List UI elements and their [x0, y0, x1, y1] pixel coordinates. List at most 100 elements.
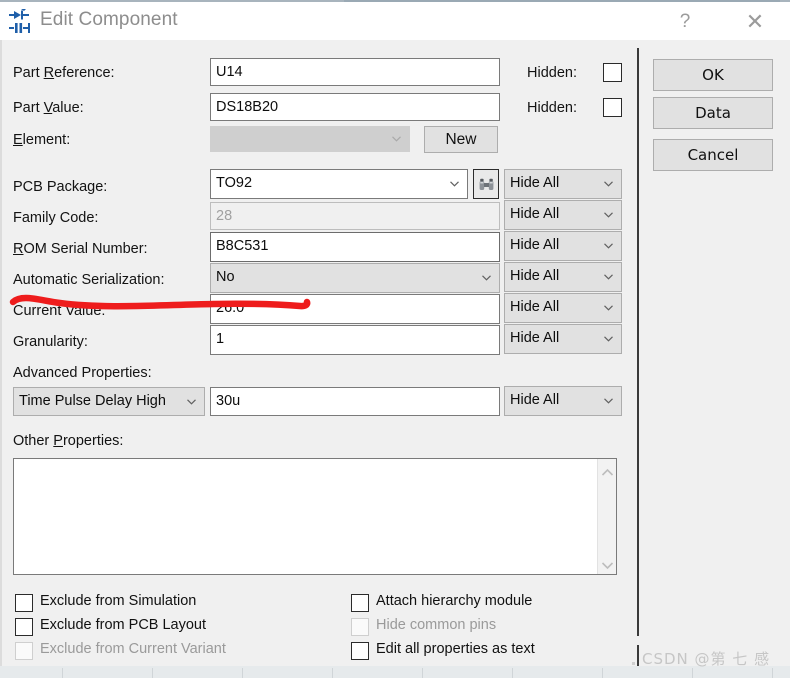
background-gridline — [422, 668, 423, 678]
hidden-checkbox-1[interactable] — [603, 63, 622, 82]
pcb-package-combo[interactable]: TO92 — [210, 169, 468, 199]
other-properties-textarea[interactable] — [13, 458, 617, 575]
element-combo[interactable] — [210, 126, 410, 152]
chevron-down-icon — [187, 398, 196, 405]
exclude-from-pcb-layout-label: Exclude from PCB Layout — [40, 617, 207, 633]
chevron-down-icon — [450, 181, 459, 187]
binoculars-icon — [479, 178, 493, 190]
part-value-label: Part Value: — [13, 100, 84, 116]
advanced-property-value-input[interactable]: 30u — [210, 387, 500, 416]
panel-left-edge — [0, 40, 2, 678]
exclude-from-current-variant-label: Exclude from Current Variant — [40, 641, 226, 657]
edit-component-dialog: Edit Component ? ✕ Part Reference: U14 H… — [0, 0, 790, 678]
ok-button[interactable]: OK — [653, 59, 773, 91]
other-properties-scrollbar[interactable] — [597, 459, 616, 574]
chevron-down-icon — [604, 274, 613, 280]
chevron-down-icon — [604, 212, 613, 218]
background-gridline — [152, 668, 153, 678]
element-label: Element: — [13, 132, 71, 148]
title-bar: Edit Component ? ✕ — [0, 0, 790, 42]
hide-common-pins-label: Hide common pins — [376, 617, 497, 633]
chevron-down-icon — [604, 398, 613, 404]
hide-all-combo-2[interactable]: Hide All — [504, 200, 622, 230]
new-button[interactable]: New — [424, 126, 498, 153]
hide-all-value-2: Hide All — [510, 206, 560, 222]
chevron-down-icon — [392, 136, 401, 142]
hide-all-combo-7[interactable]: Hide All — [504, 386, 622, 416]
rom-serial-number-input[interactable]: B8C531 — [210, 232, 500, 262]
exclude-from-pcb-layout-checkbox[interactable] — [15, 618, 33, 636]
close-icon: ✕ — [745, 9, 765, 34]
hidden-label-2: Hidden: — [527, 100, 577, 116]
scroll-down-icon[interactable] — [601, 557, 614, 570]
part-value-input[interactable]: DS18B20 — [210, 93, 500, 121]
hide-all-value-6: Hide All — [510, 330, 560, 346]
background-gridline — [512, 668, 513, 678]
help-button[interactable]: ? — [662, 2, 708, 42]
background-gridline — [692, 668, 693, 678]
exclude-from-simulation-label: Exclude from Simulation — [40, 593, 197, 609]
automatic-serialization-label: Automatic Serialization: — [13, 272, 165, 288]
edit-all-properties-as-text-checkbox[interactable] — [351, 642, 369, 660]
pcb-package-search-button[interactable] — [473, 169, 499, 199]
automatic-serialization-combo[interactable]: No — [210, 263, 500, 293]
scroll-up-icon[interactable] — [601, 464, 614, 476]
window-title: Edit Component — [40, 9, 178, 30]
family-code-label: Family Code: — [13, 210, 99, 226]
edit-all-properties-as-text-label: Edit all properties as text — [376, 641, 535, 657]
chevron-down-icon — [604, 181, 613, 187]
watermark-text: CSDN @第 七 感 — [642, 650, 771, 668]
pcb-package-value: TO92 — [216, 175, 253, 191]
advanced-property-name-combo[interactable]: Time Pulse Delay High — [13, 387, 205, 416]
titlebar-top-strip — [344, 0, 780, 2]
rom-serial-number-label: ROM Serial Number: — [13, 241, 148, 257]
vertical-divider-lower — [637, 645, 639, 667]
automatic-serialization-value: No — [216, 269, 235, 285]
hide-all-value-4: Hide All — [510, 268, 560, 284]
chevron-down-icon — [604, 243, 613, 249]
advanced-properties-label: Advanced Properties: — [13, 365, 152, 381]
pcb-package-label: PCB Package: — [13, 179, 108, 195]
background-gridline — [602, 668, 603, 678]
close-button[interactable]: ✕ — [732, 2, 778, 42]
other-properties-label: Other Properties: — [13, 433, 124, 449]
chevron-down-icon — [482, 275, 491, 281]
current-value-label: Current Value: — [13, 303, 106, 319]
hide-all-combo-5[interactable]: Hide All — [504, 293, 622, 323]
hide-all-combo-4[interactable]: Hide All — [504, 262, 622, 292]
chevron-down-icon — [604, 305, 613, 311]
hide-all-value-5: Hide All — [510, 299, 560, 315]
current-value-input[interactable]: 26.0 — [210, 294, 500, 324]
attach-hierarchy-module-checkbox[interactable] — [351, 594, 369, 612]
hidden-label-1: Hidden: — [527, 65, 577, 81]
hide-all-value-3: Hide All — [510, 237, 560, 253]
hide-common-pins-checkbox — [351, 618, 369, 636]
hide-all-combo-6[interactable]: Hide All — [504, 324, 622, 354]
hide-all-combo-3[interactable]: Hide All — [504, 231, 622, 261]
help-icon: ? — [679, 11, 691, 32]
hide-all-value-7: Hide All — [510, 392, 560, 408]
background-gridline — [62, 668, 63, 678]
background-gridline — [242, 668, 243, 678]
component-diode-icon — [8, 8, 34, 36]
part-reference-input[interactable]: U14 — [210, 58, 500, 86]
attach-hierarchy-module-label: Attach hierarchy module — [376, 593, 533, 609]
hidden-checkbox-2[interactable] — [603, 98, 622, 117]
background-gridline — [772, 668, 773, 678]
hide-all-combo-1[interactable]: Hide All — [504, 169, 622, 199]
chevron-down-icon — [604, 336, 613, 342]
dialog-body: Part Reference: U14 Hidden: Part Value: … — [0, 40, 790, 678]
data-button[interactable]: Data — [653, 97, 773, 129]
cancel-button[interactable]: Cancel — [653, 139, 773, 171]
advanced-property-name-value: Time Pulse Delay High — [19, 393, 166, 409]
exclude-from-current-variant-checkbox — [15, 642, 33, 660]
granularity-label: Granularity: — [13, 334, 88, 350]
watermark-dot — [632, 662, 635, 665]
granularity-input[interactable]: 1 — [210, 325, 500, 355]
family-code-input: 28 — [210, 202, 500, 230]
background-gridline — [332, 668, 333, 678]
hide-all-value-1: Hide All — [510, 175, 560, 191]
vertical-divider — [637, 48, 639, 636]
part-reference-label: Part Reference: — [13, 65, 115, 81]
exclude-from-simulation-checkbox[interactable] — [15, 594, 33, 612]
